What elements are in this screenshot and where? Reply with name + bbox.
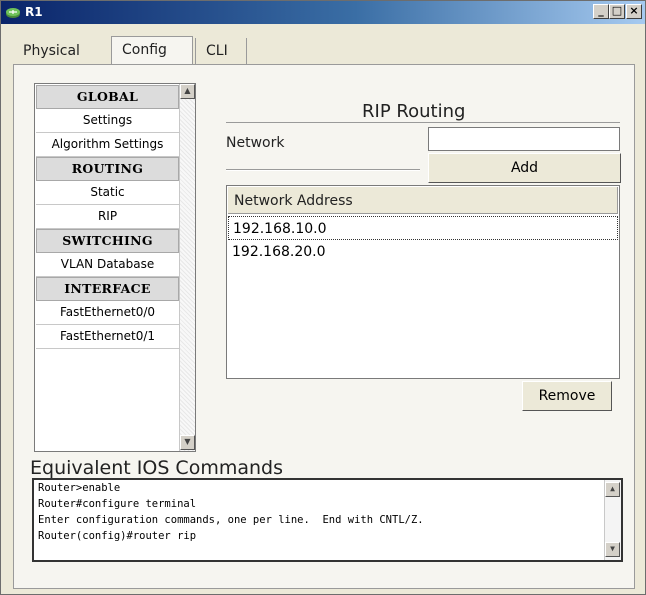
table-row[interactable]: 192.168.10.0 bbox=[228, 216, 618, 240]
network-address-column-header[interactable]: Network Address bbox=[228, 187, 618, 214]
console-line: Router(config)#router rip bbox=[38, 530, 197, 542]
console-scroll-down-icon[interactable]: ▼ bbox=[605, 542, 620, 557]
sidebar-header-interface[interactable]: INTERFACE bbox=[36, 277, 179, 301]
sidebar-header-switching[interactable]: SWITCHING bbox=[36, 229, 179, 253]
config-panel: GLOBAL Settings Algorithm Settings ROUTI… bbox=[13, 64, 635, 589]
tab-config[interactable]: Config bbox=[111, 36, 193, 65]
sidebar-item-vlan-database[interactable]: VLAN Database bbox=[36, 253, 179, 277]
title-bar[interactable]: R1 _ □ × bbox=[1, 1, 645, 24]
scroll-up-arrow-icon[interactable]: ▲ bbox=[180, 84, 195, 99]
table-row[interactable]: 192.168.20.0 bbox=[228, 240, 618, 264]
minimize-button[interactable]: _ bbox=[593, 4, 609, 19]
sidebar-item-fastethernet0-1[interactable]: FastEthernet0/1 bbox=[36, 325, 179, 349]
maximize-button[interactable]: □ bbox=[609, 4, 625, 19]
close-button[interactable]: × bbox=[626, 4, 642, 19]
ios-commands-title: Equivalent IOS Commands bbox=[30, 457, 283, 479]
divider bbox=[226, 169, 420, 171]
rip-routing-title: RIP Routing bbox=[362, 101, 466, 122]
sidebar-item-settings[interactable]: Settings bbox=[36, 109, 179, 133]
ios-commands-console[interactable]: Router>enable Router#configure terminal … bbox=[32, 478, 623, 562]
console-scrollbar[interactable]: ▲ ▼ bbox=[604, 480, 621, 560]
sidebar-header-global[interactable]: GLOBAL bbox=[36, 85, 179, 109]
title-divider bbox=[226, 122, 620, 123]
tab-cli[interactable]: CLI bbox=[195, 38, 247, 64]
sidebar-header-routing[interactable]: ROUTING bbox=[36, 157, 179, 181]
sidebar-item-fastethernet0-0[interactable]: FastEthernet0/0 bbox=[36, 301, 179, 325]
scroll-down-arrow-icon[interactable]: ▼ bbox=[180, 435, 195, 450]
console-line: Router#configure terminal bbox=[38, 498, 197, 510]
sidebar-scrollbar[interactable]: ▲ ▼ bbox=[179, 84, 195, 451]
add-button[interactable]: Add bbox=[428, 153, 621, 183]
sidebar-item-rip[interactable]: RIP bbox=[36, 205, 179, 229]
network-label: Network bbox=[226, 135, 285, 151]
console-scroll-up-icon[interactable]: ▲ bbox=[605, 482, 620, 497]
network-input[interactable] bbox=[428, 127, 620, 151]
sidebar-item-static[interactable]: Static bbox=[36, 181, 179, 205]
tab-physical[interactable]: Physical bbox=[13, 38, 107, 64]
router-app-icon bbox=[6, 8, 20, 18]
sidebar-nav: GLOBAL Settings Algorithm Settings ROUTI… bbox=[34, 83, 196, 452]
router-config-window: R1 _ □ × Physical Config CLI GLOBAL Sett… bbox=[0, 0, 646, 595]
network-address-table: Network Address 192.168.10.0 192.168.20.… bbox=[226, 185, 620, 379]
window-title: R1 bbox=[25, 5, 43, 19]
console-line: Enter configuration commands, one per li… bbox=[38, 514, 424, 526]
remove-button[interactable]: Remove bbox=[522, 381, 612, 411]
sidebar-item-algorithm-settings[interactable]: Algorithm Settings bbox=[36, 133, 179, 157]
console-line: Router>enable bbox=[38, 482, 121, 494]
